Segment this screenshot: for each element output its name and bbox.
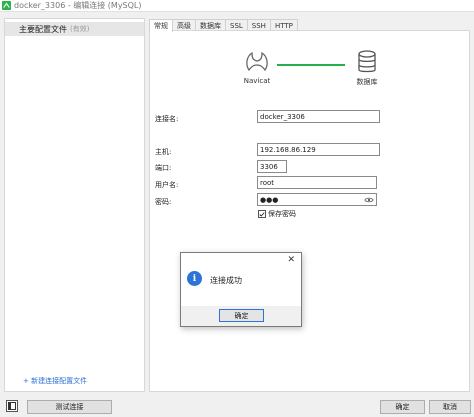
new-profile-link[interactable]: + 新建连接配置文件	[23, 376, 87, 386]
connection-name-input[interactable]: docker_3306	[257, 110, 380, 123]
save-password-label: 保存密码	[268, 210, 296, 218]
save-password-checkbox[interactable]	[258, 210, 266, 218]
checkmark-icon	[259, 211, 265, 217]
navicat-diagram-node: Navicat	[240, 50, 274, 85]
navicat-label: Navicat	[243, 77, 271, 85]
dialog-message: 连接成功	[210, 276, 242, 285]
port-input[interactable]: 3306	[257, 160, 287, 173]
test-connection-button[interactable]: 测试连接	[27, 400, 112, 414]
profile-item-status: (有效)	[70, 25, 90, 33]
port-label: 端口:	[155, 164, 172, 172]
info-icon: i	[187, 271, 202, 286]
password-masked-value: ●●●	[260, 195, 279, 204]
dialog-close-icon[interactable]: ✕	[287, 255, 295, 265]
profile-item-label: 主要配置文件	[19, 24, 67, 34]
navicat-app-icon	[2, 1, 11, 10]
tab-general[interactable]: 常规	[149, 19, 173, 32]
host-input[interactable]: 192.168.86.129	[257, 143, 380, 156]
toggle-panel-icon[interactable]	[6, 400, 18, 412]
password-label: 密码:	[155, 198, 172, 206]
username-label: 用户名:	[155, 181, 179, 189]
dialog-ok-button[interactable]: 确定	[219, 309, 264, 322]
save-password-option[interactable]: 保存密码	[258, 209, 296, 219]
username-input[interactable]: root	[257, 176, 377, 189]
database-diagram-node: 数据库	[350, 50, 384, 87]
cancel-button[interactable]: 取消	[429, 400, 471, 414]
connection-name-label: 连接名:	[155, 115, 179, 123]
connection-line	[277, 64, 345, 66]
general-settings-panel	[149, 30, 470, 392]
dialog-footer: 确定	[181, 306, 301, 326]
window-title: docker_3306 - 编辑连接 (MySQL)	[14, 1, 142, 10]
title-bar: docker_3306 - 编辑连接 (MySQL)	[0, 0, 474, 12]
database-icon	[358, 50, 376, 73]
connection-success-dialog: ✕ i 连接成功 确定	[180, 252, 302, 327]
bottom-bar: 测试连接 确定 取消	[0, 395, 474, 417]
host-label: 主机:	[155, 148, 172, 156]
password-input[interactable]: ●●●	[257, 193, 377, 206]
ok-button[interactable]: 确定	[380, 400, 425, 414]
profile-list-panel: 主要配置文件 (有效) + 新建连接配置文件	[4, 18, 145, 392]
profile-item-main[interactable]: 主要配置文件 (有效)	[5, 22, 144, 36]
database-label: 数据库	[356, 78, 378, 86]
show-password-eye-icon[interactable]	[364, 196, 374, 204]
navicat-logo-icon	[246, 51, 268, 72]
